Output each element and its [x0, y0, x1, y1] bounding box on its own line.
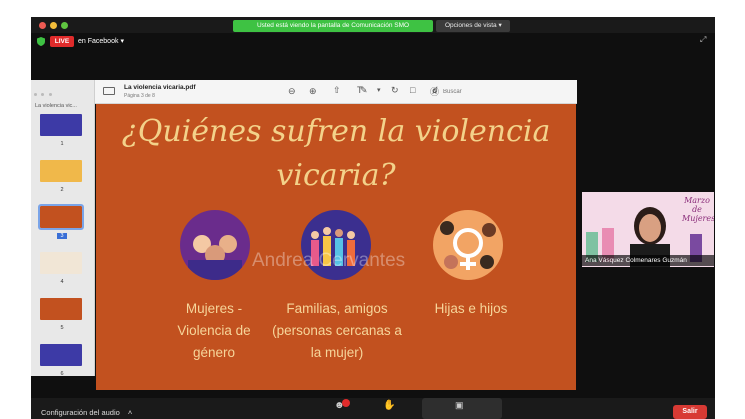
caption-children: Hijas e hijos — [434, 301, 508, 316]
page-thumbnail-number: 6 — [60, 371, 64, 377]
page-info: Página 3 de 8 — [124, 93, 155, 99]
qa-button[interactable]: ▣ — [422, 398, 502, 419]
page-thumbnail-number: 4 — [60, 279, 64, 285]
page-thumbnail-number: 2 — [60, 187, 64, 193]
search-input[interactable] — [443, 85, 563, 98]
live-destination[interactable]: en Facebook ▾ — [78, 36, 124, 47]
women-illustration — [180, 210, 250, 280]
pdf-toolbar: La violencia vicaria.pdf Página 3 de 8 ⊖… — [95, 80, 577, 104]
view-options-button[interactable]: Opciones de vista ▾ — [436, 20, 510, 32]
page-thumbnail[interactable] — [40, 252, 82, 274]
caption-families: Familias, amigos (personas cercanas a la… — [272, 301, 402, 360]
page-thumbnail-number: 3 — [57, 233, 67, 239]
zoom-out-icon[interactable]: ⊖ — [288, 86, 296, 97]
leave-button[interactable]: Salir — [673, 405, 707, 419]
page-thumbnail[interactable] — [40, 298, 82, 320]
chevron-down-icon[interactable]: ▾ — [377, 86, 381, 94]
watermark: Andrea Cervantes — [252, 250, 406, 271]
close-window-icon[interactable] — [39, 22, 46, 29]
audio-settings-button[interactable]: Configuración del audio ˄ — [41, 408, 132, 417]
expand-icon[interactable]: ⤢ — [700, 35, 706, 45]
file-name: La violencia vicaria.pdf — [124, 84, 196, 91]
caption-women: Mujeres - Violencia de género — [177, 301, 251, 360]
slide: ¿Quiénes sufren la violencia vicaria? An… — [96, 104, 576, 390]
title-bar: Usted está viendo la pantalla de Comunic… — [31, 17, 715, 33]
participant-name: Ana Vásquez Colmenares Guzmán — [582, 255, 714, 266]
window-dots-icon — [34, 83, 54, 96]
share-icon[interactable]: ⇧ — [333, 85, 341, 96]
form-icon[interactable]: □ — [410, 85, 415, 95]
markup-icon[interactable]: ✎ — [360, 85, 368, 96]
chevron-up-icon: ˄ — [127, 408, 133, 417]
chat-bubbles-icon: ▣ — [455, 400, 464, 410]
meeting-controls: Configuración del audio ˄ ☻ ✋ ▣ — [31, 398, 715, 419]
maximize-window-icon[interactable] — [61, 22, 68, 29]
page-thumbnail[interactable] — [40, 344, 82, 366]
raise-hand-icon[interactable]: ✋ — [383, 400, 395, 411]
search-icon[interactable]: ☌ — [432, 85, 438, 96]
page-thumbnail-number: 1 — [60, 141, 64, 147]
zoom-in-icon[interactable]: ⊕ — [309, 86, 317, 97]
live-badge[interactable]: LIVE — [50, 36, 74, 47]
minimize-window-icon[interactable] — [50, 22, 57, 29]
page-thumbnail[interactable] — [40, 114, 82, 136]
page-thumbnail-number: 5 — [60, 325, 64, 331]
sidebar-label: La violencia vic... — [35, 103, 77, 109]
children-illustration — [433, 210, 503, 280]
video-background-text: Marzo de Mujeres — [682, 196, 714, 223]
page-thumbnail[interactable] — [40, 160, 82, 182]
chevron-down-icon: ▾ — [120, 38, 124, 45]
security-shield-icon — [37, 37, 45, 46]
screen-share-banner: Usted está viendo la pantalla de Comunic… — [233, 20, 433, 32]
slide-title-line1: ¿Quiénes sufren la violencia — [121, 114, 551, 149]
slide-title-line2: vicaria? — [276, 158, 396, 193]
notification-dot — [342, 399, 350, 407]
pdf-sidebar: La violencia vic... 1 2 3 4 5 6 — [31, 80, 95, 377]
chevron-down-icon: ▾ — [498, 22, 502, 29]
sidebar-toggle-icon[interactable] — [103, 87, 115, 95]
page-thumbnail[interactable] — [38, 204, 84, 230]
rotate-icon[interactable]: ↻ — [391, 85, 399, 96]
